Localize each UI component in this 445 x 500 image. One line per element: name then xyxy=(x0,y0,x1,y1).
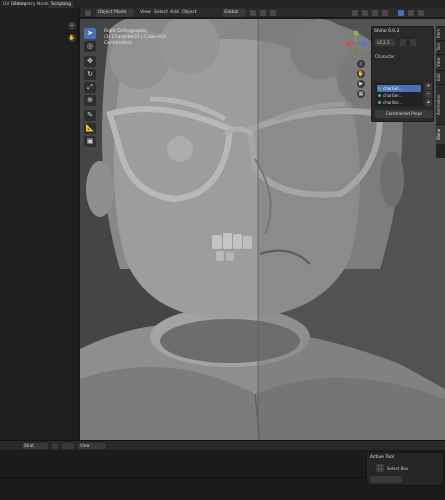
shading-rendered-icon[interactable] xyxy=(418,10,424,16)
active-tool-name: Select Box xyxy=(387,466,409,471)
panel-title: Shino 0.0.2 xyxy=(374,29,400,34)
tab-edit[interactable]: Edit xyxy=(436,70,445,84)
tab-view[interactable]: View xyxy=(436,54,445,70)
collection-text: (3) Character01 | Cube.003 xyxy=(104,35,166,40)
settings-icon[interactable] xyxy=(410,39,416,46)
select-box-tool-icon[interactable]: ➤ xyxy=(84,28,96,39)
snap-icon[interactable] xyxy=(260,10,266,16)
pivot-icon[interactable] xyxy=(250,10,256,16)
list-item[interactable]: charGer... xyxy=(377,85,421,92)
menu-view[interactable]: View xyxy=(138,9,153,17)
gizmo-toggle-icon[interactable] xyxy=(362,10,368,16)
pan-view-icon[interactable]: ✋ xyxy=(357,70,365,78)
constrained-props-button[interactable]: Constrained Props xyxy=(375,110,433,118)
camera-view-icon[interactable]: ▶ xyxy=(357,80,365,88)
version-field[interactable]: v2.2.3 xyxy=(375,39,395,46)
keying-icon[interactable] xyxy=(52,443,58,449)
proportional-edit-icon[interactable] xyxy=(270,10,276,16)
transform-orientation-dropdown[interactable]: Global xyxy=(222,9,246,17)
zoom-icon[interactable]: + xyxy=(68,22,76,30)
character-section-label[interactable]: Character xyxy=(375,53,395,60)
annotate-tool-icon[interactable]: ✎ xyxy=(84,110,96,121)
playback-dropdown[interactable]: Strat xyxy=(22,443,48,449)
tool-shelf: ➤ ◎ ✥ ↻ ⤢ ⊕ ✎ 📐 ▣ xyxy=(84,28,98,148)
menu-add[interactable]: Add xyxy=(168,9,181,17)
add-icon[interactable]: + xyxy=(425,83,432,90)
list-side-buttons: + − ▴ xyxy=(425,83,433,107)
select-box-icon[interactable]: ⬚ xyxy=(376,464,384,472)
shading-solid-icon[interactable] xyxy=(398,10,404,16)
marker-dropdown[interactable] xyxy=(62,443,74,449)
tab-scripting[interactable]: Scripting xyxy=(48,1,75,8)
active-tool-header[interactable]: Active Tool xyxy=(370,455,394,460)
transform-tool-icon[interactable]: ⊕ xyxy=(84,95,96,106)
character-list: charGer... charGer... charSto... xyxy=(375,83,423,107)
scale-tool-icon[interactable]: ⤢ xyxy=(84,82,96,93)
add-cube-tool-icon[interactable]: ▣ xyxy=(84,136,96,147)
cursor-tool-icon[interactable]: ◎ xyxy=(84,41,96,52)
tool-option-field[interactable] xyxy=(370,476,402,483)
menu-object[interactable]: Object xyxy=(180,9,199,17)
tab-item[interactable]: Item xyxy=(436,26,445,40)
left-editor-area: + ✋ xyxy=(0,8,79,440)
camera-icon[interactable] xyxy=(400,39,406,46)
tab-tool[interactable]: Tool xyxy=(436,40,445,54)
view-name-text: Right Orthographic xyxy=(104,29,147,34)
list-item[interactable]: charSto... xyxy=(377,99,421,106)
workspace-tabs-bar: UV Editing Geometry Nodes Scripting xyxy=(0,0,445,8)
xray-icon[interactable] xyxy=(382,10,388,16)
visibility-icon[interactable] xyxy=(352,10,358,16)
axis-gizmo-icon[interactable] xyxy=(344,30,368,54)
overlays-icon[interactable] xyxy=(372,10,378,16)
move-up-icon[interactable]: ▴ xyxy=(425,99,432,106)
active-tool-panel: Active Tool ⬚ Select Box xyxy=(366,452,444,486)
tab-animation[interactable]: Animation xyxy=(436,84,445,124)
move-tool-icon[interactable]: ✥ xyxy=(84,56,96,67)
view-dropdown[interactable]: View xyxy=(78,443,106,449)
units-text: Centimeters xyxy=(104,41,132,46)
timeline-header: Strat View xyxy=(0,440,445,450)
zoom-view-icon[interactable]: ⌕ xyxy=(357,60,365,68)
mode-dropdown[interactable]: Object Mode xyxy=(96,9,134,17)
sidebar-tabs: Item Tool View Edit Animation Shino xyxy=(436,26,445,158)
viewport-header: Object Mode View Select Add Object Globa… xyxy=(80,8,445,18)
list-item[interactable]: charGer... xyxy=(377,92,421,99)
editor-type-icon[interactable] xyxy=(85,10,91,16)
hand-pan-icon[interactable]: ✋ xyxy=(68,34,76,42)
sidebar-panel-shino: Shino 0.0.2 v2.2.3 Character charGer... … xyxy=(371,26,434,122)
ortho-toggle-icon[interactable]: ▦ xyxy=(357,90,365,98)
tab-shino[interactable]: Shino xyxy=(436,124,445,144)
rotate-tool-icon[interactable]: ↻ xyxy=(84,69,96,80)
shading-material-icon[interactable] xyxy=(408,10,414,16)
measure-tool-icon[interactable]: 📐 xyxy=(84,123,96,134)
remove-icon[interactable]: − xyxy=(425,91,432,98)
